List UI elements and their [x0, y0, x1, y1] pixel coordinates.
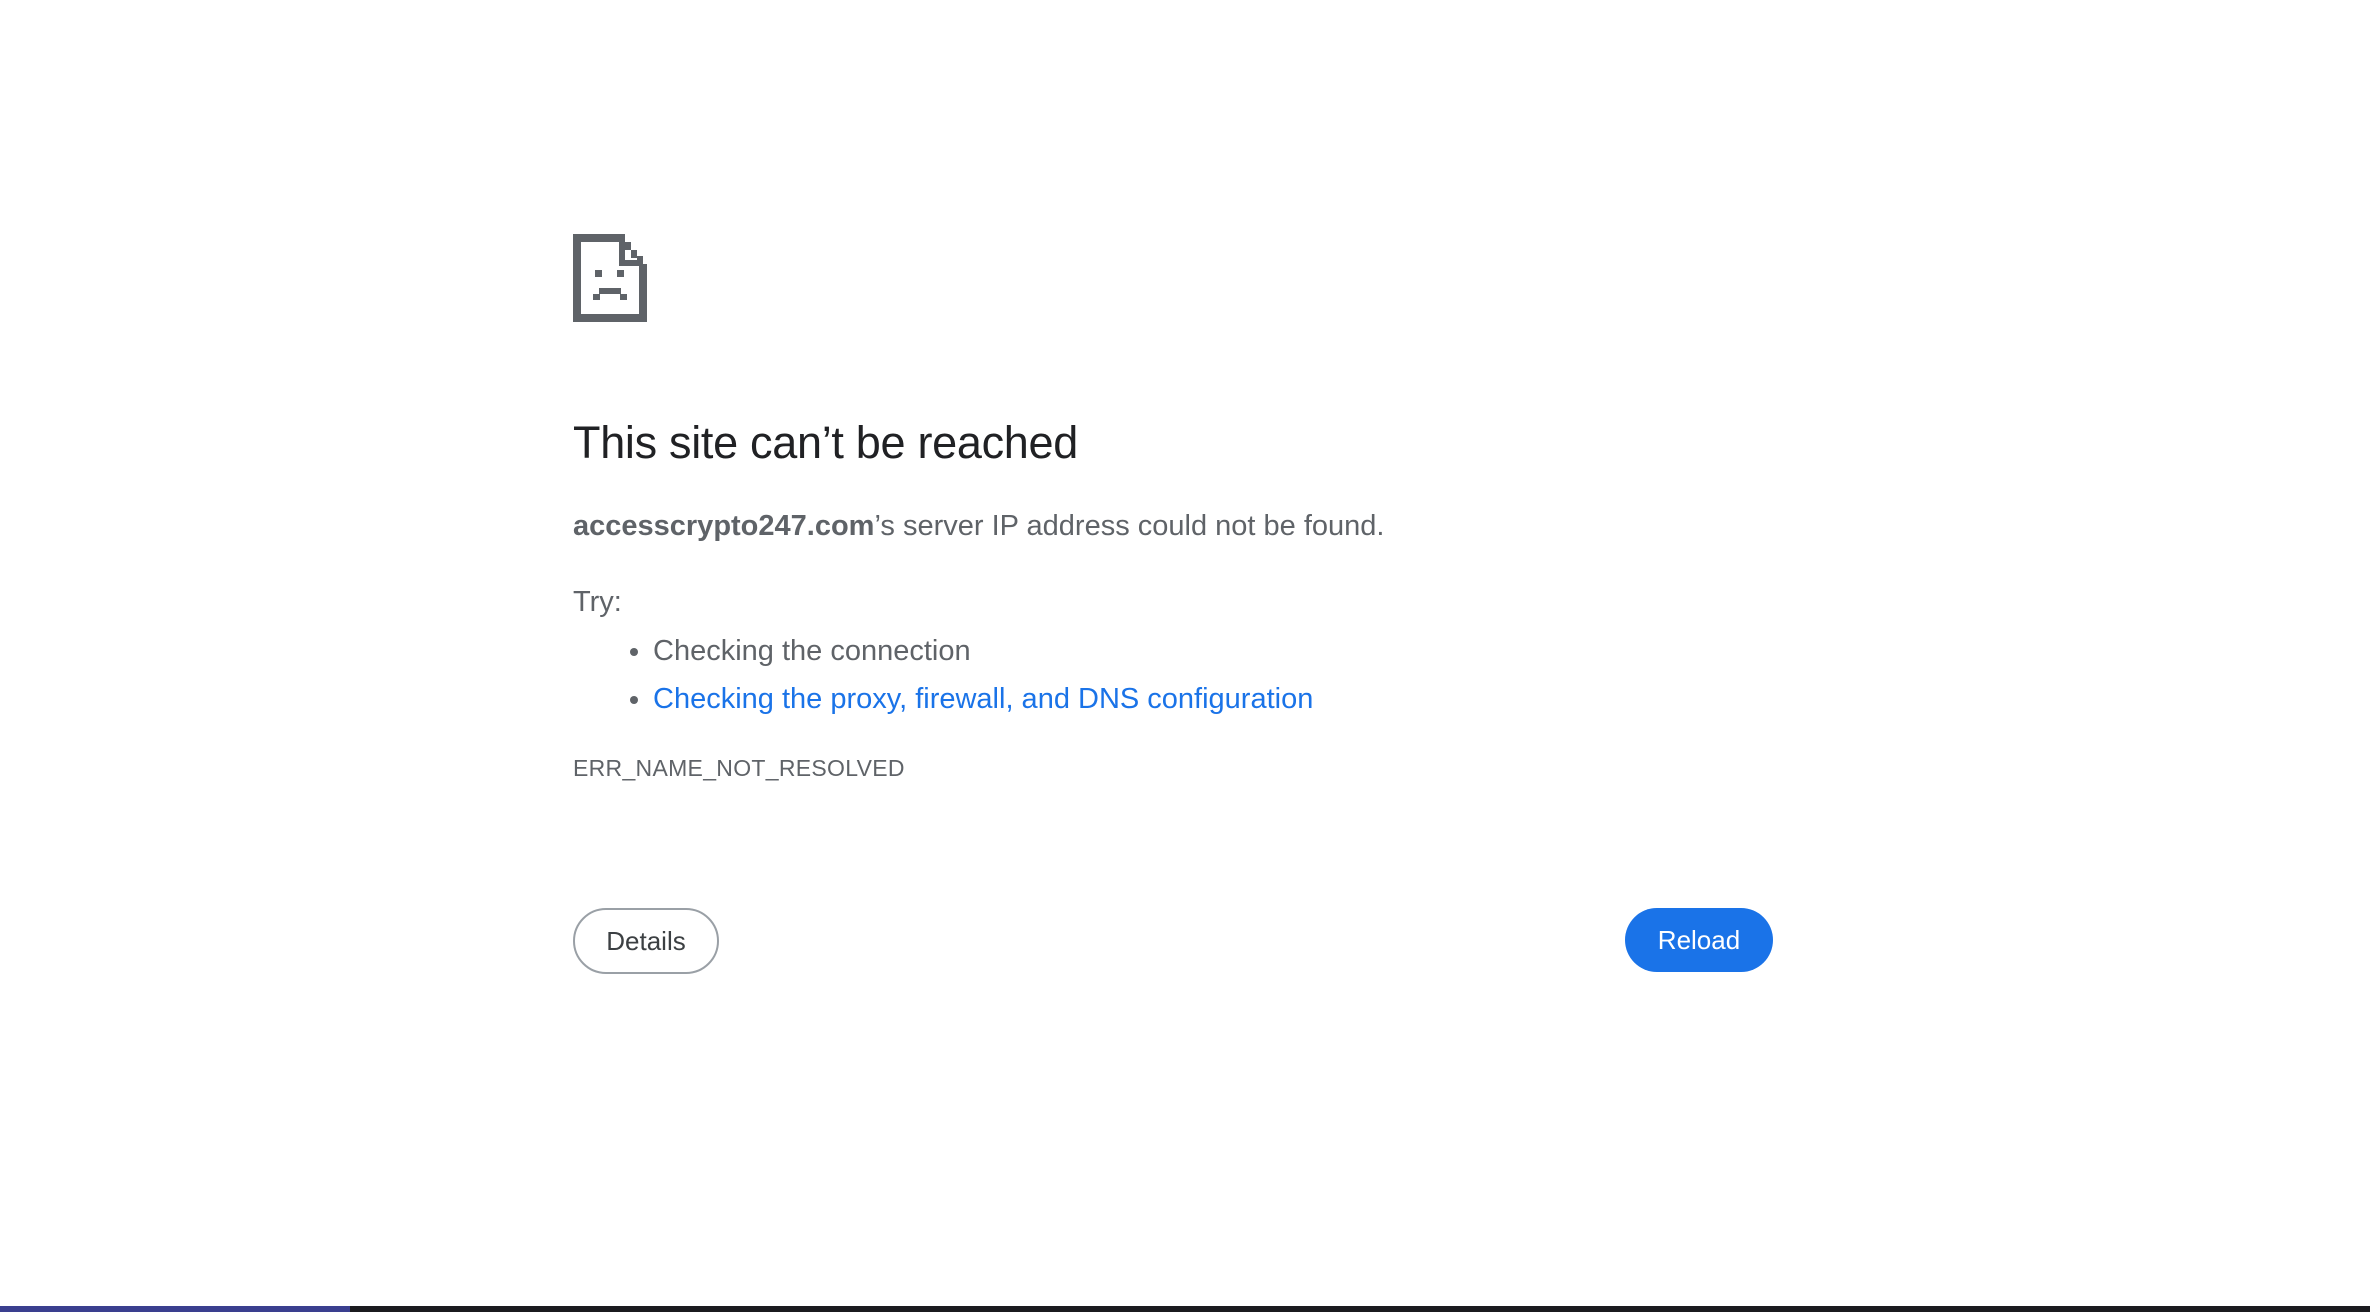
list-item: Checking the proxy, firewall, and DNS co… [653, 675, 1773, 723]
button-row: Details Reload [573, 908, 1773, 978]
error-summary: accesscrypto247.com’s server IP address … [573, 508, 1773, 546]
list-item: Checking the connection [653, 627, 1773, 675]
page-title: This site can’t be reached [573, 417, 1078, 468]
summary-text: ’s server IP address could not be found. [874, 510, 1385, 542]
details-button[interactable]: Details [573, 908, 719, 974]
taskbar-edge [0, 1306, 2370, 1312]
reload-button[interactable]: Reload [1625, 908, 1773, 972]
main-content: This site can’t be reached accesscrypto2… [573, 234, 1773, 782]
error-page: This site can’t be reached accesscrypto2… [0, 0, 2370, 1312]
taskbar-accent [0, 1306, 350, 1312]
sad-file-icon [573, 234, 647, 322]
suggestion-check-connection: Checking the connection [653, 635, 971, 668]
error-code: ERR_NAME_NOT_RESOLVED [573, 755, 905, 782]
try-label: Try: [573, 585, 622, 618]
suggestions-list: Checking the connection Checking the pro… [573, 627, 1773, 723]
host-name: accesscrypto247.com [573, 510, 875, 542]
proxy-firewall-dns-link[interactable]: Checking the proxy, firewall, and DNS co… [653, 683, 1313, 715]
